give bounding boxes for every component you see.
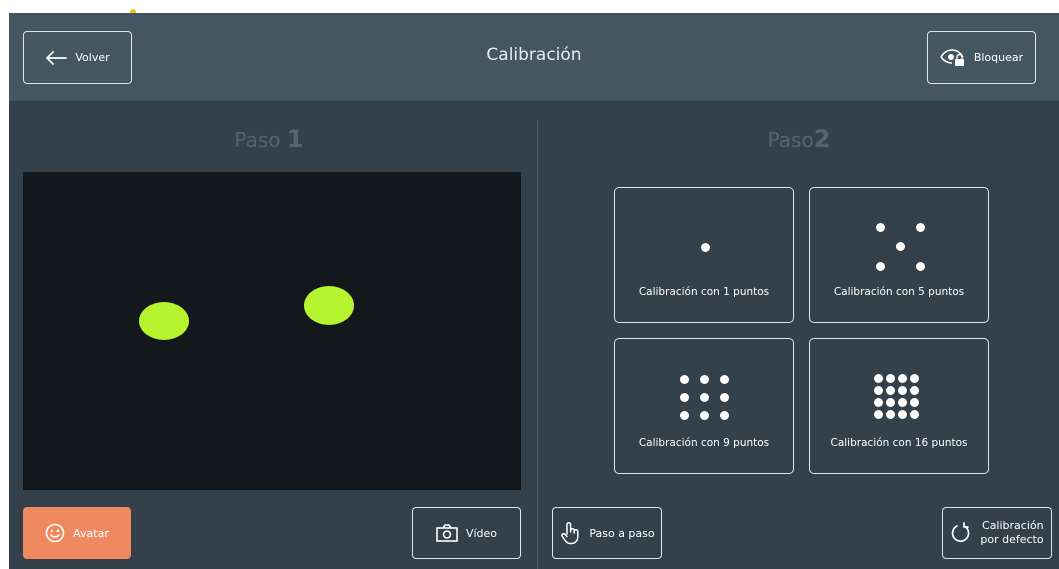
reset-icon — [950, 522, 972, 544]
default-calibration-line1: Calibración — [982, 519, 1044, 533]
calibration-1-label: Calibración con 1 puntos — [638, 286, 770, 298]
calibration-16-points-button[interactable]: Calibración con 16 puntos — [809, 338, 989, 474]
avatar-button[interactable]: Avatar — [23, 507, 131, 559]
panel-divider — [537, 120, 538, 569]
step2-label: Paso — [767, 128, 814, 152]
video-button[interactable]: Vídeo — [412, 507, 521, 559]
lock-button[interactable]: Bloquear — [927, 31, 1036, 84]
step-by-step-button-label: Paso a paso — [589, 526, 655, 540]
step1-label: Paso — [234, 128, 281, 152]
default-calibration-label: Calibración por defecto — [980, 519, 1043, 547]
step2-title: Paso2 — [539, 125, 1059, 153]
default-calibration-line2: por defecto — [980, 533, 1044, 546]
left-eye-marker — [139, 302, 189, 340]
step-by-step-button[interactable]: Paso a paso — [552, 507, 662, 559]
lock-button-label: Bloquear — [973, 51, 1024, 64]
calibration-16-label: Calibración con 16 puntos — [830, 437, 968, 449]
step1-number: 1 — [286, 125, 304, 153]
eye-tracking-preview — [23, 172, 521, 490]
header-bar: Volver Calibración Bloquear — [9, 13, 1059, 101]
calibration-1-points-button[interactable]: Calibración con 1 puntos — [614, 187, 794, 323]
step2-number: 2 — [813, 125, 831, 153]
eye-lock-icon — [940, 48, 966, 67]
step1-title: Paso 1 — [9, 125, 529, 153]
calibration-window: Volver Calibración Bloquear Paso 1 Paso2 — [9, 13, 1059, 569]
page-title: Calibración — [486, 45, 582, 65]
camera-icon — [436, 524, 458, 542]
smiley-icon — [45, 523, 65, 543]
calibration-5-label: Calibración con 5 puntos — [833, 286, 965, 298]
calibration-5-points-button[interactable]: Calibración con 5 puntos — [809, 187, 989, 323]
video-button-label: Vídeo — [465, 526, 498, 540]
calibration-9-label: Calibración con 9 puntos — [638, 437, 770, 449]
hand-pointer-icon — [559, 521, 581, 545]
right-eye-marker — [304, 286, 354, 325]
calibration-9-points-button[interactable]: Calibración con 9 puntos — [614, 338, 794, 474]
avatar-button-label: Avatar — [73, 526, 109, 540]
default-calibration-button[interactable]: Calibración por defecto — [942, 507, 1052, 559]
